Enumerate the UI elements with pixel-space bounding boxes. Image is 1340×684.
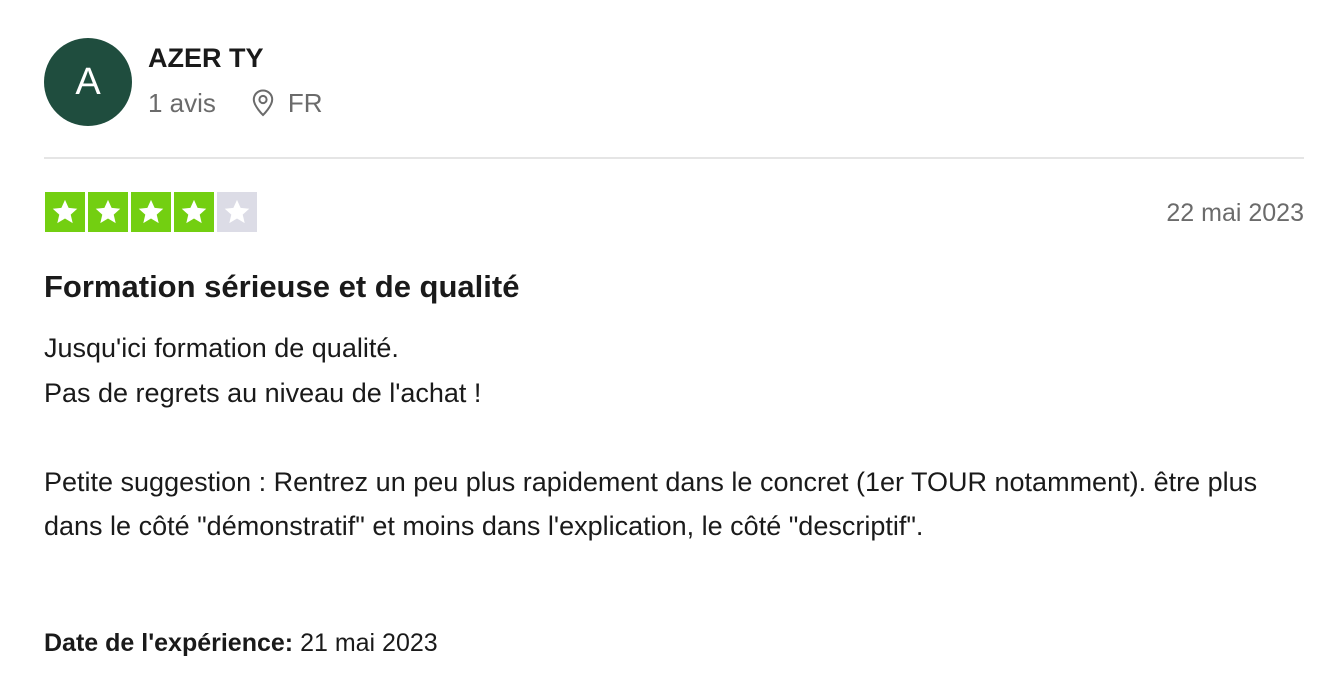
- consumer-info: A AZER TY 1 avis FR: [44, 38, 1304, 126]
- star-rating: [45, 192, 260, 232]
- review-title[interactable]: Formation sérieuse et de qualité: [44, 268, 519, 306]
- location-pin-icon: [250, 88, 276, 118]
- review-paragraph: Jusqu'ici formation de qualité. Pas de r…: [44, 333, 482, 408]
- consumer-location: FR: [250, 87, 323, 119]
- review-date: 22 mai 2023: [1166, 199, 1304, 227]
- avatar[interactable]: A: [44, 38, 132, 126]
- experience-date-label: Date de l'expérience:: [44, 629, 294, 657]
- country-code: FR: [287, 88, 323, 118]
- experience-date-value: 21 mai 2023: [300, 629, 438, 657]
- review-card: A AZER TY 1 avis FR 22 mai 2023 Formatio…: [44, 0, 1304, 684]
- divider: [44, 157, 1304, 159]
- star-icon: [217, 192, 257, 232]
- review-body: Jusqu'ici formation de qualité. Pas de r…: [44, 326, 1304, 549]
- experience-date: Date de l'expérience: 21 mai 2023: [44, 626, 438, 660]
- star-icon: [131, 192, 171, 232]
- consumer-name[interactable]: AZER TY: [148, 42, 264, 74]
- star-icon: [174, 192, 214, 232]
- review-paragraph: Petite suggestion : Rentrez un peu plus …: [44, 466, 1258, 542]
- consumer-meta: 1 avis FR: [148, 87, 323, 119]
- reviews-count: 1 avis: [148, 88, 216, 118]
- star-icon: [45, 192, 85, 232]
- star-icon: [88, 192, 128, 232]
